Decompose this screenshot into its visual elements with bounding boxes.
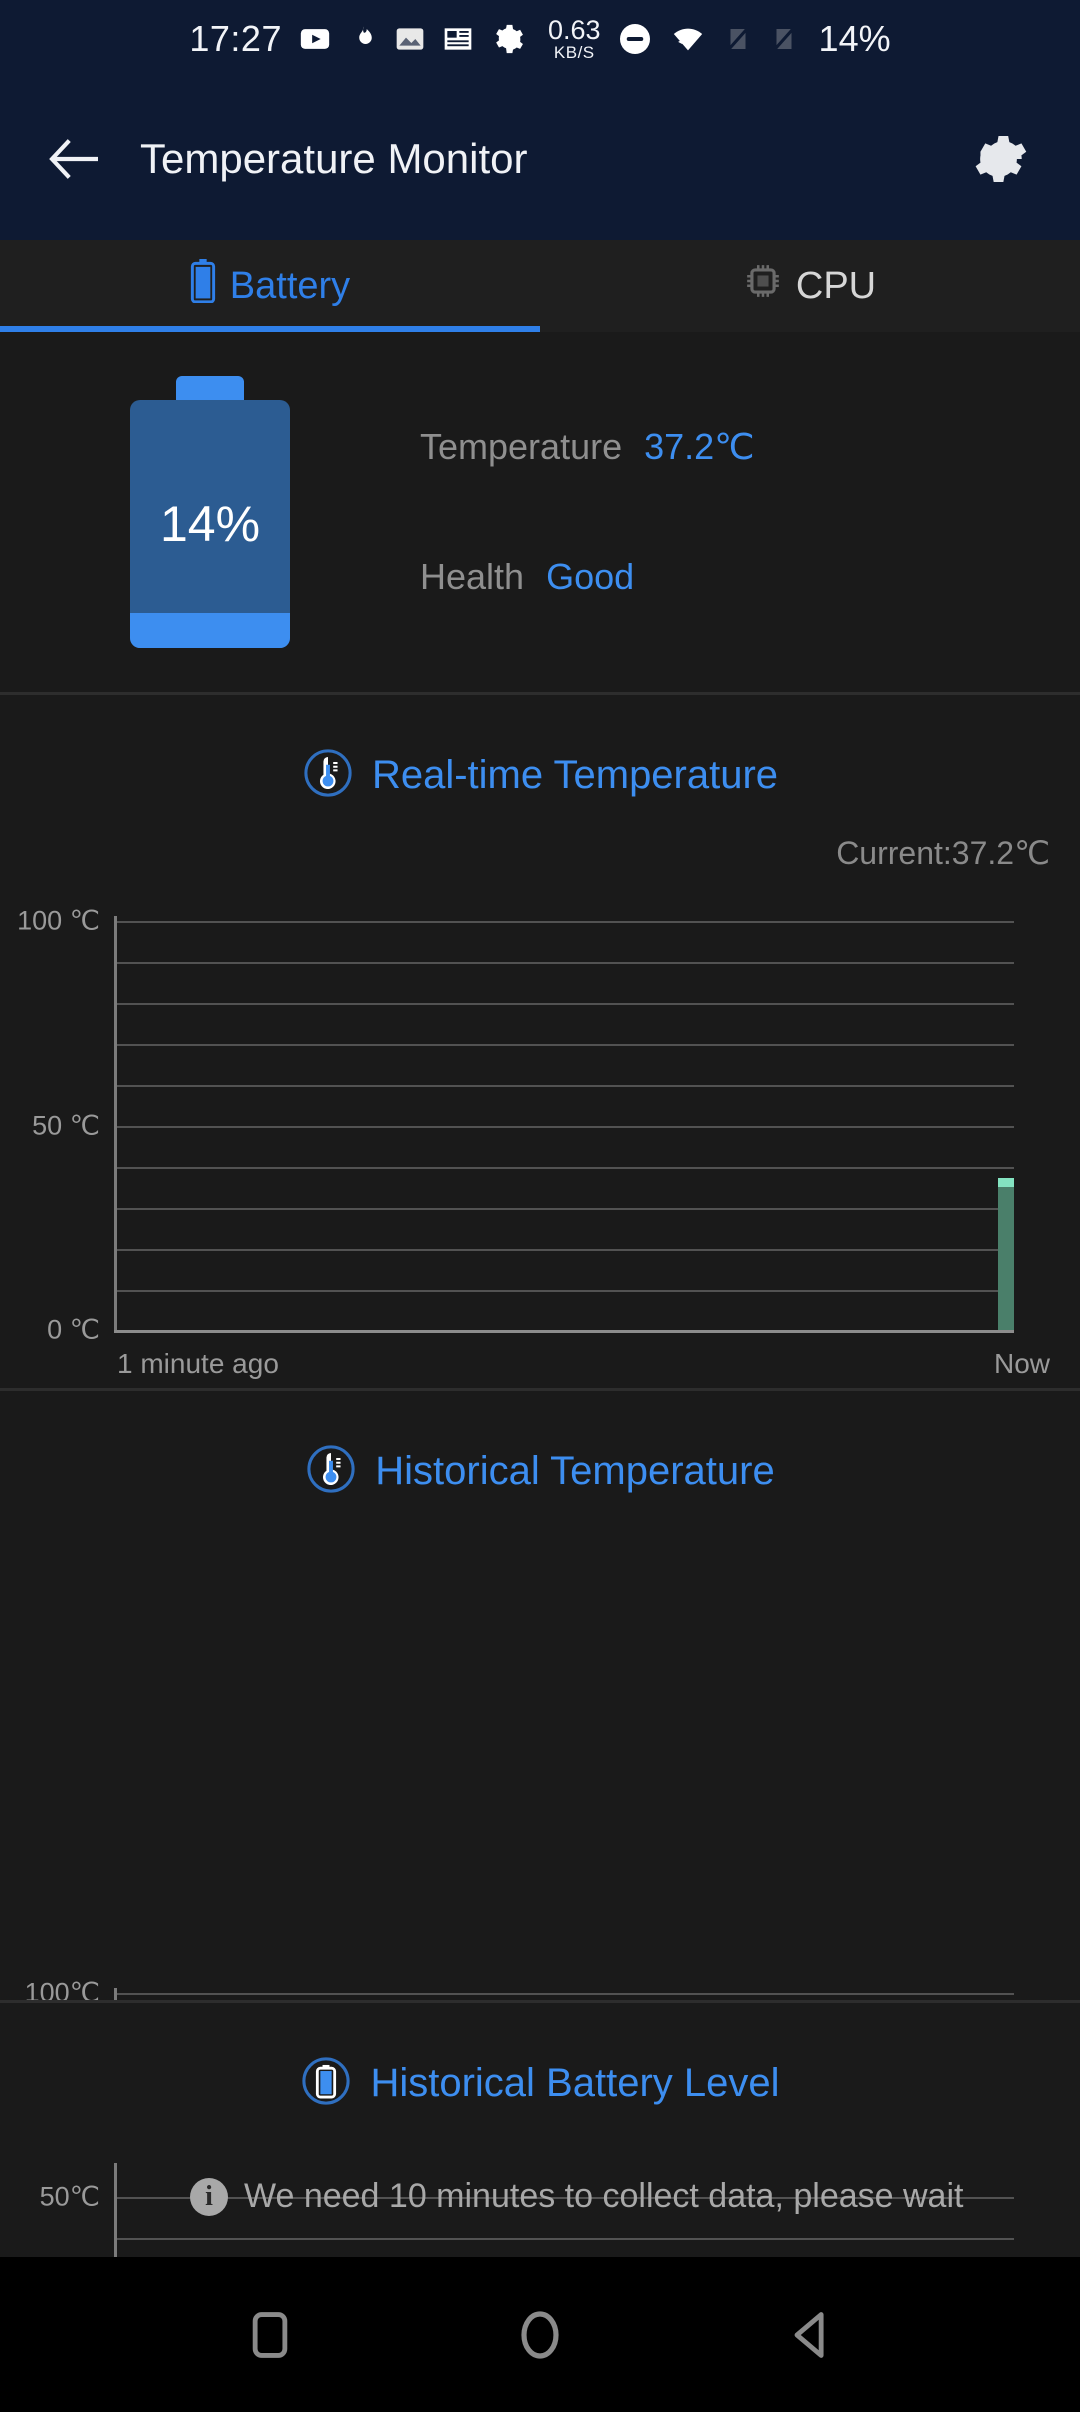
gridline — [117, 1085, 1014, 1087]
info-icon: i — [190, 2178, 228, 2216]
gridline — [117, 2238, 1014, 2240]
realtime-section-heading: Real-time Temperature — [0, 695, 1080, 804]
historical-batt-section-heading: Historical Battery Level — [0, 2003, 1080, 2112]
realtime-temperature-header: Real-time Temperature Current:37.2℃ — [0, 695, 1080, 900]
y-tick-label: 0 ℃ — [0, 1315, 100, 1346]
x-tick-label-end: Now — [994, 1348, 1050, 1380]
network-speed-indicator: 0.63 KB/S — [548, 17, 601, 61]
battery-health-value: Good — [546, 556, 634, 598]
flame-icon — [348, 22, 378, 56]
x-tick-label-start: 1 minute ago — [117, 1348, 279, 1380]
historical-temp-section-title: Historical Temperature — [375, 1449, 774, 1494]
gridline — [117, 1993, 1014, 1995]
network-speed-unit: KB/S — [554, 44, 595, 61]
battery-level-graphic: 14% — [130, 376, 290, 648]
temperature-bar — [998, 1178, 1014, 1330]
settings-icon — [490, 22, 524, 56]
gridline — [117, 1044, 1014, 1046]
battery-health-label: Health — [420, 556, 524, 598]
historical-temp-section-heading: Historical Temperature — [0, 1391, 1080, 1500]
system-navigation-bar — [0, 2257, 1080, 2412]
gallery-icon — [394, 23, 426, 55]
do-not-disturb-icon — [617, 21, 653, 57]
battery-cap — [176, 376, 244, 402]
battery-temperature-value: 37.2℃ — [644, 426, 755, 468]
historical-batt-section-title: Historical Battery Level — [370, 2061, 779, 2106]
gear-icon[interactable] — [964, 124, 1034, 194]
battery-body: 14% — [130, 400, 290, 648]
wifi-icon — [669, 22, 707, 56]
network-speed-value: 0.63 — [548, 17, 601, 44]
cpu-chip-icon — [744, 262, 782, 310]
battery-health-row: Health Good — [420, 556, 755, 598]
app-bar: Temperature Monitor — [0, 78, 1080, 240]
battery-temperature-row: Temperature 37.2℃ — [420, 426, 755, 468]
historical-battery-header: Historical Battery Level — [0, 2003, 1080, 2163]
realtime-temperature-chart: 100 ℃ 50 ℃ 0 ℃ 1 minute ago Now — [0, 900, 1080, 1340]
signal-off-icon — [769, 22, 799, 56]
tab-cpu[interactable]: CPU — [540, 240, 1080, 332]
status-battery-percent: 14% — [819, 18, 891, 60]
y-tick-label: 50℃ — [0, 2182, 100, 2213]
realtime-current-value: Current:37.2℃ — [0, 834, 1080, 872]
back-triangle-icon[interactable] — [765, 2290, 855, 2380]
realtime-section-title: Real-time Temperature — [372, 753, 778, 798]
home-circle-icon[interactable] — [495, 2290, 585, 2380]
battery-fill — [130, 613, 290, 648]
tab-battery[interactable]: Battery — [0, 240, 540, 332]
tab-cpu-label: CPU — [796, 265, 876, 308]
recents-square-icon[interactable] — [225, 2290, 315, 2380]
realtime-x-axis — [114, 1330, 1014, 1333]
gridline — [117, 1290, 1014, 1292]
status-clock: 17:27 — [189, 18, 282, 60]
thermometer-circle-icon — [305, 1443, 357, 1500]
battery-icon — [190, 259, 216, 313]
status-bar: 17:27 0.63 KB/S 14 — [0, 0, 1080, 78]
gridline — [117, 1167, 1014, 1169]
battery-stats: Temperature 37.2℃ Health Good — [420, 426, 755, 598]
tab-battery-label: Battery — [230, 265, 350, 308]
gridline — [117, 1003, 1014, 1005]
empty-data-hint: i We need 10 minutes to collect data, pl… — [190, 2177, 963, 2216]
historical-temperature-header: Historical Temperature — [0, 1391, 1080, 1551]
gridline — [117, 1208, 1014, 1210]
thermometer-circle-icon — [302, 747, 354, 804]
battery-summary-card: 14% Temperature 37.2℃ Health Good — [0, 332, 1080, 692]
app-screen: 17:27 0.63 KB/S 14 — [0, 0, 1080, 2412]
gridline — [117, 962, 1014, 964]
tab-bar: Battery CPU — [0, 240, 1080, 332]
battery-temperature-label: Temperature — [420, 426, 622, 468]
y-tick-label: 50 ℃ — [0, 1111, 100, 1142]
gridline — [117, 1126, 1014, 1128]
y-tick-label: 100 ℃ — [0, 906, 100, 937]
empty-data-hint-text: We need 10 minutes to collect data, plea… — [244, 2177, 963, 2216]
realtime-y-axis — [114, 916, 117, 1330]
battery-percent-label: 14% — [160, 495, 260, 553]
news-icon — [442, 23, 474, 55]
signal-off-icon — [723, 22, 753, 56]
temperature-bar-cap — [998, 1178, 1014, 1187]
battery-circle-icon — [300, 2055, 352, 2112]
back-arrow-icon[interactable] — [40, 124, 110, 194]
page-title: Temperature Monitor — [140, 135, 528, 183]
gridline — [117, 921, 1014, 923]
youtube-icon — [298, 22, 332, 56]
gridline — [117, 1249, 1014, 1251]
